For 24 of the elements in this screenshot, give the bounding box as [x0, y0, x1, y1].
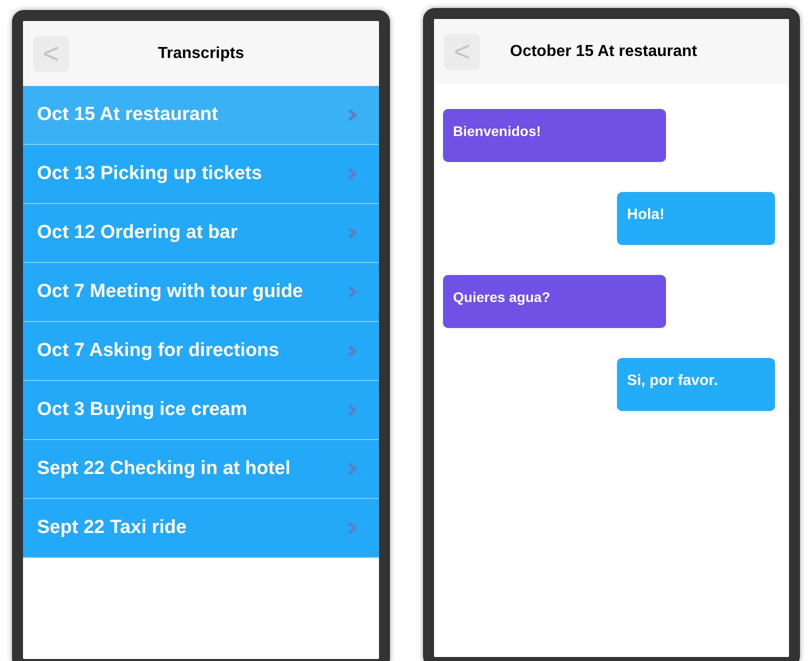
chevron-icon [347, 108, 357, 122]
transcript-item[interactable]: Oct 15 At restaurant [23, 86, 379, 145]
transcript-item[interactable]: Oct 7 Asking for directions [23, 322, 379, 381]
message-bubble: Bienvenidos! [443, 109, 666, 162]
back-button[interactable]: < [33, 36, 69, 72]
transcript-item[interactable]: Sept 22 Taxi ride [23, 499, 379, 558]
message-bubble: Hola! [617, 192, 775, 245]
chevron-icon [347, 167, 357, 181]
screen-title: October 15 At restaurant [510, 42, 698, 62]
transcript-item[interactable]: Oct 13 Picking up tickets [23, 145, 379, 204]
message-bubble: Quieres agua? [443, 275, 666, 328]
chevron-icon [347, 403, 357, 417]
chevron-icon [347, 226, 357, 240]
chevron-icon [347, 285, 357, 299]
transcript-item[interactable]: Oct 3 Buying ice cream [23, 381, 379, 440]
message-bubble: Si, por favor. [617, 358, 775, 411]
transcript-item[interactable]: Oct 7 Meeting with tour guide [23, 263, 379, 322]
screen-title: Transcripts [158, 44, 244, 64]
transcript-item[interactable]: Sept 22 Checking in at hotel [23, 440, 379, 499]
chevron-icon [347, 344, 357, 358]
back-button[interactable]: < [444, 34, 480, 70]
transcript-item[interactable]: Oct 12 Ordering at bar [23, 204, 379, 263]
chevron-icon [347, 462, 357, 476]
chevron-icon [347, 521, 357, 535]
